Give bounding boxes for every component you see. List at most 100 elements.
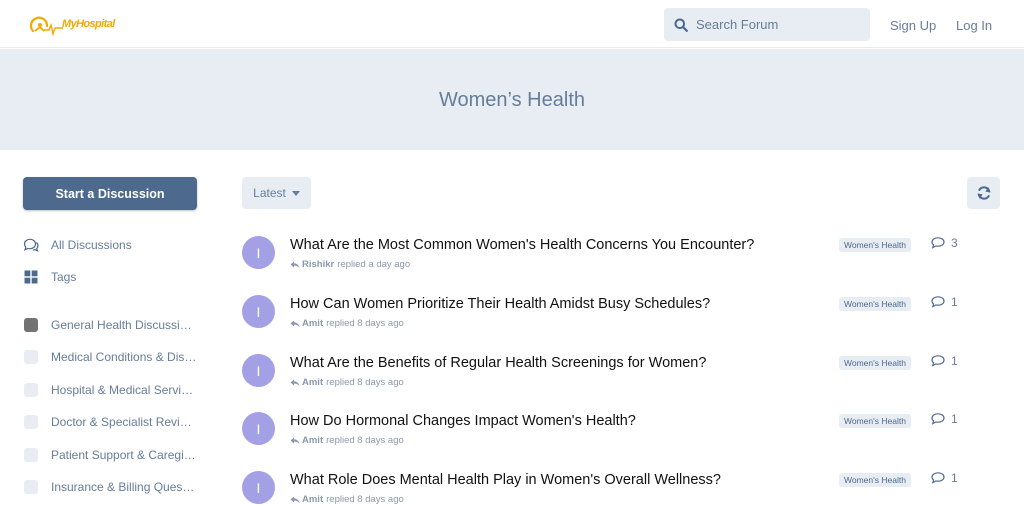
reply-count: 1	[931, 354, 958, 368]
avatar[interactable]: I	[242, 412, 275, 445]
reply-time: 8 days ago	[357, 435, 404, 446]
category-swatch-icon	[23, 447, 39, 463]
reply-count: 1	[931, 295, 958, 309]
reply-count-value: 3	[951, 236, 958, 250]
category-swatch-icon	[23, 479, 39, 495]
sign-up-link[interactable]: Sign Up	[890, 18, 936, 33]
reply-action: replied	[326, 377, 355, 388]
reply-time: a day ago	[368, 259, 411, 270]
avatar[interactable]: I	[242, 354, 275, 387]
sidebar-category-doctor-reviews[interactable]: Doctor & Specialist Reviews	[23, 412, 197, 432]
tag-badge[interactable]: Women's Health	[839, 297, 911, 311]
caret-down-icon	[291, 190, 300, 196]
category-swatch	[24, 350, 38, 364]
category-swatch-icon	[23, 349, 39, 365]
refresh-icon	[976, 186, 991, 200]
comments-icon	[23, 237, 39, 253]
discussion-list-item[interactable]: I What Are the Benefits of Regular Healt…	[242, 354, 1002, 404]
reply-count-value: 1	[951, 295, 958, 309]
start-discussion-button[interactable]: Start a Discussion	[23, 177, 197, 210]
comment-icon	[931, 472, 945, 484]
logo-text: MyHospital	[62, 18, 115, 30]
tags-grid-icon	[23, 269, 39, 285]
reply-username[interactable]: Amit	[302, 494, 323, 505]
discussion-title[interactable]: How Can Women Prioritize Their Health Am…	[290, 296, 710, 312]
tag-badge[interactable]: Women's Health	[839, 414, 911, 428]
sidebar-category-insurance-billing[interactable]: Insurance & Billing Questions	[23, 477, 197, 497]
category-swatch	[24, 415, 38, 429]
reply-username[interactable]: Amit	[302, 377, 323, 388]
sidebar-category-label: Insurance & Billing Questions	[51, 480, 197, 494]
sidebar-category-medical-conditions[interactable]: Medical Conditions & Diseases	[23, 347, 197, 367]
sidebar-category-label: Hospital & Medical Services	[51, 383, 197, 397]
sidebar-category-label: Doctor & Specialist Reviews	[51, 415, 197, 429]
category-swatch-icon	[23, 414, 39, 430]
sidebar-category-general-health[interactable]: General Health Discussions	[23, 315, 197, 335]
category-swatch	[24, 383, 38, 397]
reply-icon	[290, 496, 300, 503]
page-title: Women’s Health	[439, 89, 585, 111]
reply-username[interactable]: Rishikr	[302, 259, 334, 270]
reply-time: 8 days ago	[357, 318, 404, 329]
tag-badge[interactable]: Women's Health	[839, 238, 911, 252]
reply-count-value: 1	[951, 354, 958, 368]
category-swatch	[24, 448, 38, 462]
sidebar-category-label: Patient Support & Caregiving	[51, 448, 197, 462]
comment-icon	[931, 355, 945, 367]
search-box[interactable]	[664, 8, 870, 41]
avatar[interactable]: I	[242, 471, 275, 504]
sidebar-category-patient-support[interactable]: Patient Support & Caregiving	[23, 445, 197, 465]
comment-icon	[931, 296, 945, 308]
comment-icon	[931, 237, 945, 249]
logo-mark-icon	[30, 16, 63, 36]
tag-badge[interactable]: Women's Health	[839, 356, 911, 370]
site-logo[interactable]: MyHospital	[30, 14, 115, 38]
avatar[interactable]: I	[242, 295, 275, 328]
discussion-title[interactable]: What Are the Benefits of Regular Health …	[290, 355, 706, 371]
sidebar-category-label: Medical Conditions & Diseases	[51, 350, 197, 364]
reply-time: 8 days ago	[357, 377, 404, 388]
discussion-meta: Amit replied 8 days ago	[290, 377, 404, 388]
reply-icon	[290, 437, 300, 444]
reply-count-value: 1	[951, 471, 958, 485]
discussion-list-item[interactable]: I How Can Women Prioritize Their Health …	[242, 295, 1002, 345]
reply-count-value: 1	[951, 412, 958, 426]
discussion-list-item[interactable]: I How Do Hormonal Changes Impact Women's…	[242, 412, 1002, 462]
reply-username[interactable]: Amit	[302, 435, 323, 446]
discussion-meta: Amit replied 8 days ago	[290, 435, 404, 446]
reply-count: 1	[931, 412, 958, 426]
comment-icon	[931, 413, 945, 425]
search-input[interactable]	[696, 17, 856, 32]
sidebar-category-label: General Health Discussions	[51, 318, 197, 332]
reply-count: 3	[931, 236, 958, 250]
category-swatch-icon	[23, 382, 39, 398]
reply-username[interactable]: Amit	[302, 318, 323, 329]
reply-action: replied	[326, 435, 355, 446]
sidebar-item-all-discussions[interactable]: All Discussions	[23, 235, 132, 255]
discussion-meta: Amit replied 8 days ago	[290, 494, 404, 505]
sidebar-item-label: Tags	[51, 270, 77, 284]
sidebar-item-label: All Discussions	[51, 238, 132, 252]
sidebar-category-hospital-services[interactable]: Hospital & Medical Services	[23, 380, 197, 400]
sort-dropdown[interactable]: Latest	[242, 177, 311, 209]
log-in-link[interactable]: Log In	[956, 18, 992, 33]
reply-action: replied	[337, 259, 366, 270]
tag-badge[interactable]: Women's Health	[839, 473, 911, 487]
discussion-meta: Amit replied 8 days ago	[290, 318, 404, 329]
site-header: MyHospital Sign Up Log In	[0, 0, 1024, 48]
reply-time: 8 days ago	[357, 494, 404, 505]
discussion-list-item[interactable]: I What Role Does Mental Health Play in W…	[242, 471, 1002, 506]
discussion-title[interactable]: How Do Hormonal Changes Impact Women's H…	[290, 413, 636, 429]
category-swatch	[24, 318, 38, 332]
category-swatch	[24, 480, 38, 494]
discussion-list-item[interactable]: I What Are the Most Common Women's Healt…	[242, 236, 1002, 286]
search-icon	[674, 18, 688, 32]
avatar[interactable]: I	[242, 236, 275, 269]
reply-icon	[290, 261, 300, 268]
discussion-title[interactable]: What Role Does Mental Health Play in Wom…	[290, 472, 721, 488]
refresh-button[interactable]	[967, 177, 1000, 209]
sidebar-item-tags[interactable]: Tags	[23, 267, 76, 287]
reply-count: 1	[931, 471, 958, 485]
reply-icon	[290, 320, 300, 327]
discussion-title[interactable]: What Are the Most Common Women's Health …	[290, 237, 754, 253]
